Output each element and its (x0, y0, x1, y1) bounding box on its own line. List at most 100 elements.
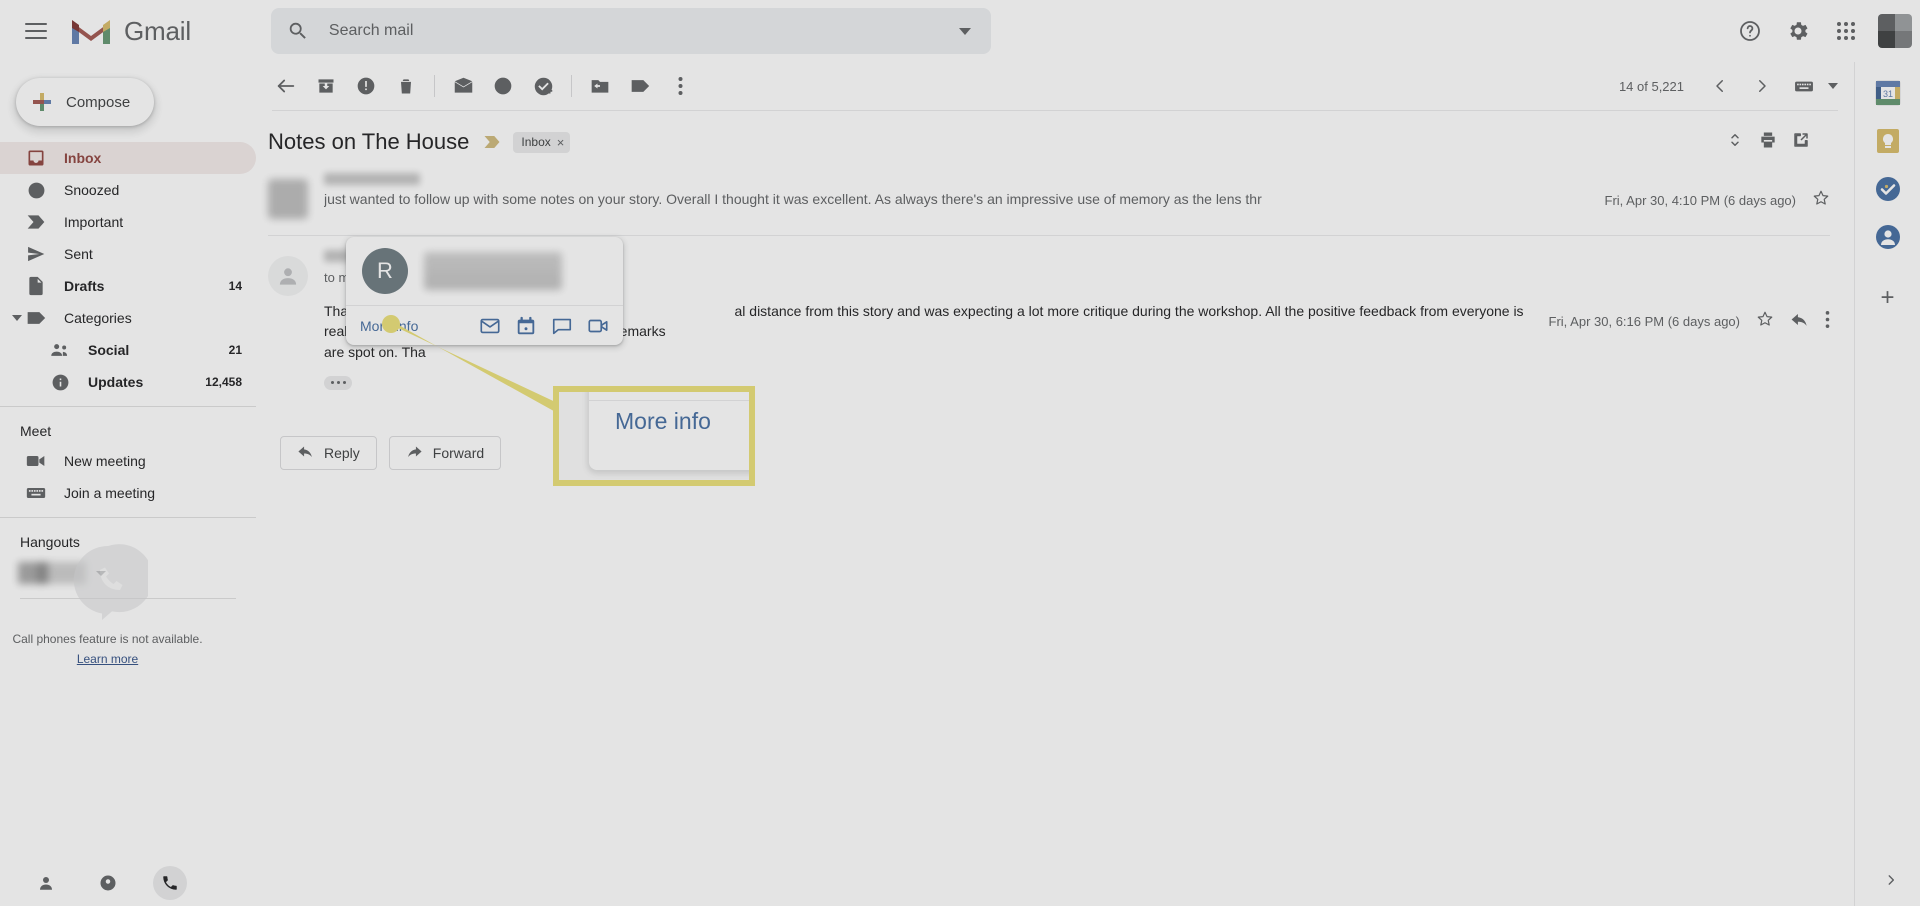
sidebar-item-snoozed[interactable]: Snoozed (0, 174, 256, 206)
labels-icon[interactable] (620, 66, 660, 106)
learn-more-link[interactable]: Learn more (77, 652, 138, 666)
sidebar-item-updates[interactable]: Updates 12,458 (0, 366, 256, 398)
message-meta: Fri, Apr 30, 4:10 PM (6 days ago) (1605, 173, 1830, 219)
sidebar-item-new-meeting[interactable]: New meeting (0, 445, 256, 477)
add-to-tasks-icon[interactable] (523, 66, 563, 106)
sidebar-item-label: Updates (88, 374, 144, 390)
sidebar-item-important[interactable]: Important (0, 206, 256, 238)
snooze-icon[interactable] (483, 66, 523, 106)
magnified-divider (589, 400, 749, 401)
video-call-icon[interactable] (587, 315, 609, 337)
input-tools-keyboard-icon[interactable] (1784, 66, 1824, 106)
sidebar-divider-2 (0, 517, 256, 518)
apps-grid-icon[interactable] (1824, 9, 1868, 53)
google-tasks-icon[interactable] (1875, 176, 1901, 202)
message-date: Fri, Apr 30, 6:16 PM (6 days ago) (1548, 314, 1740, 330)
sidebar-item-label: Inbox (64, 150, 102, 166)
reply-arrow-icon[interactable] (1790, 310, 1809, 334)
info-icon (50, 372, 70, 392)
toolbar-divider-1 (434, 75, 435, 97)
move-to-icon[interactable] (580, 66, 620, 106)
keyboard-icon (26, 483, 46, 503)
phone-dial-icon[interactable] (91, 866, 125, 900)
sidebar-item-label: Join a meeting (64, 485, 156, 501)
message-collapsed[interactable]: just wanted to follow up with some notes… (256, 163, 1854, 236)
show-trimmed-content-icon[interactable] (324, 375, 352, 390)
sidebar-item-sent[interactable]: Sent (0, 238, 256, 270)
delete-icon[interactable] (386, 66, 426, 106)
phone-bubble-icon (68, 542, 153, 622)
avatar (268, 179, 308, 219)
call-icon[interactable] (152, 866, 187, 900)
contacts-icon[interactable] (29, 866, 63, 900)
print-icon[interactable] (1758, 130, 1778, 155)
avatar[interactable]: R (362, 248, 408, 294)
sidebar-item-label: Snoozed (64, 182, 120, 198)
page-title: Notes on The House (268, 129, 470, 154)
chevron-down-icon[interactable] (12, 315, 22, 321)
meet-heading: Meet (20, 423, 52, 439)
input-tools-chevron-down-icon[interactable] (1828, 83, 1838, 89)
sidebar-item-social[interactable]: Social 21 (0, 334, 256, 366)
callout-hotspot (382, 315, 400, 333)
email-icon[interactable] (479, 315, 501, 337)
star-outline-icon[interactable] (1812, 189, 1830, 212)
star-outline-icon[interactable] (1756, 310, 1774, 333)
sidebar-divider-1 (0, 406, 256, 407)
archive-icon[interactable] (306, 66, 346, 106)
phone-feature-callout: Call phones feature is not available. Le… (0, 542, 215, 668)
expand-rail-chevron-right-icon[interactable] (1884, 873, 1898, 892)
avatar[interactable] (268, 256, 308, 296)
hamburger-icon[interactable] (12, 7, 60, 55)
add-app-button[interactable]: + (1880, 286, 1894, 310)
thread-toolbar: 14 of 5,221 (256, 62, 1854, 110)
close-icon[interactable]: × (557, 135, 565, 150)
account-avatar[interactable] (1878, 14, 1912, 48)
search-bar[interactable] (270, 8, 991, 54)
search-input[interactable] (326, 21, 959, 41)
contact-hovercard-header: R (346, 237, 623, 305)
sidebar-item-inbox[interactable]: Inbox (0, 142, 256, 174)
sidebar-item-label: New meeting (64, 453, 146, 469)
chevron-right-icon[interactable] (1742, 66, 1782, 106)
sidebar-item-join-meeting[interactable]: Join a meeting (0, 477, 256, 509)
reply-button[interactable]: Reply (280, 435, 377, 470)
left-sidebar: Compose Inbox Snoozed Important Sent Dra… (0, 62, 256, 906)
report-spam-icon[interactable] (346, 66, 386, 106)
message-date: Fri, Apr 30, 4:10 PM (6 days ago) (1604, 192, 1796, 208)
sidebar-item-drafts[interactable]: Drafts 14 (0, 270, 256, 302)
label-chip-inbox[interactable]: Inbox × (513, 131, 571, 153)
help-circle-icon[interactable] (1728, 9, 1772, 53)
toolbar-divider-2 (571, 75, 572, 97)
sidebar-item-categories[interactable]: Categories (0, 302, 256, 334)
more-options-icon[interactable] (1825, 310, 1830, 334)
expand-all-icon[interactable] (1726, 131, 1744, 154)
inbox-icon (26, 148, 46, 168)
sidebar-nav: Inbox Snoozed Important Sent Drafts 14 C… (0, 142, 256, 599)
more-options-icon[interactable] (660, 66, 700, 106)
magnified-callout-content: More info (559, 392, 749, 480)
magnified-hovercard: More info (589, 392, 749, 470)
sidebar-item-count: 14 (228, 279, 242, 293)
sidebar-item-count: 12,458 (205, 375, 242, 389)
chevron-left-icon[interactable] (1700, 66, 1740, 106)
thread-header-actions (1726, 130, 1834, 155)
google-calendar-icon[interactable]: 31 (1875, 80, 1901, 106)
top-bar: Gmail (0, 0, 1920, 62)
sidebar-item-label: Drafts (64, 278, 105, 294)
back-arrow-icon[interactable] (266, 66, 306, 106)
chat-bubble-icon[interactable] (551, 315, 573, 337)
google-keep-icon[interactable] (1875, 128, 1901, 154)
gear-icon[interactable] (1776, 9, 1820, 53)
forward-button[interactable]: Forward (388, 435, 502, 470)
mark-unread-icon[interactable] (443, 66, 483, 106)
forward-label: Forward (432, 444, 485, 461)
open-in-new-window-icon[interactable] (1792, 131, 1810, 154)
google-contacts-icon[interactable] (1875, 224, 1901, 250)
label-important-icon[interactable] (483, 135, 501, 149)
calendar-icon[interactable] (515, 315, 537, 337)
compose-button[interactable]: Compose (16, 78, 154, 126)
search-options-chevron-down-icon[interactable] (958, 27, 971, 35)
label-chip-text: Inbox (521, 135, 551, 149)
gmail-logo[interactable]: Gmail (70, 15, 191, 47)
